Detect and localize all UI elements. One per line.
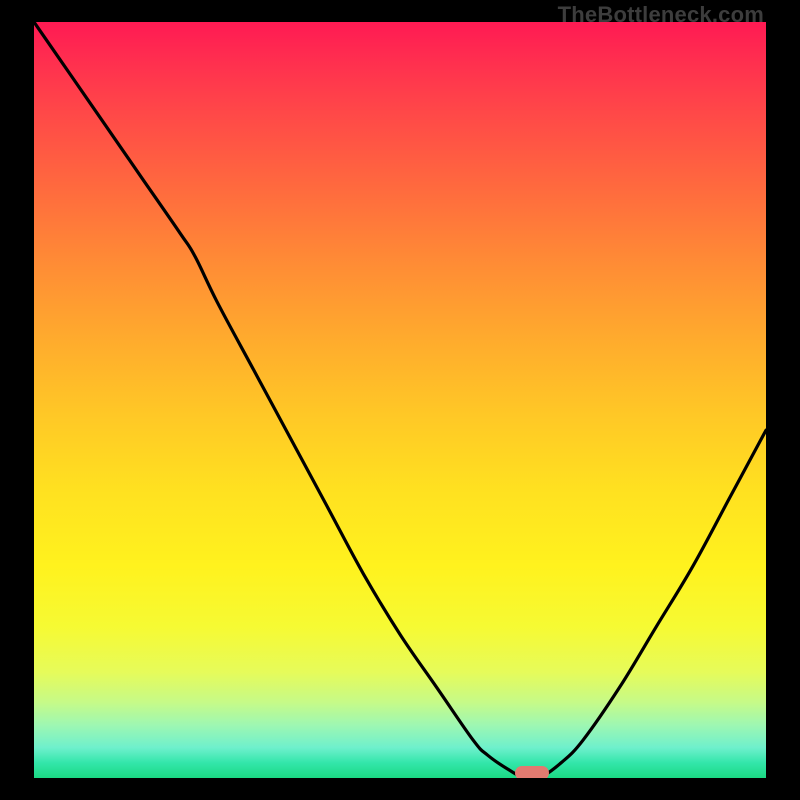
watermark-text: TheBottleneck.com xyxy=(558,2,764,28)
optimal-point-marker xyxy=(515,766,549,778)
outer-frame: TheBottleneck.com xyxy=(0,0,800,800)
bottleneck-curve xyxy=(34,22,766,778)
curve-path xyxy=(34,22,766,778)
plot-area xyxy=(34,22,766,778)
